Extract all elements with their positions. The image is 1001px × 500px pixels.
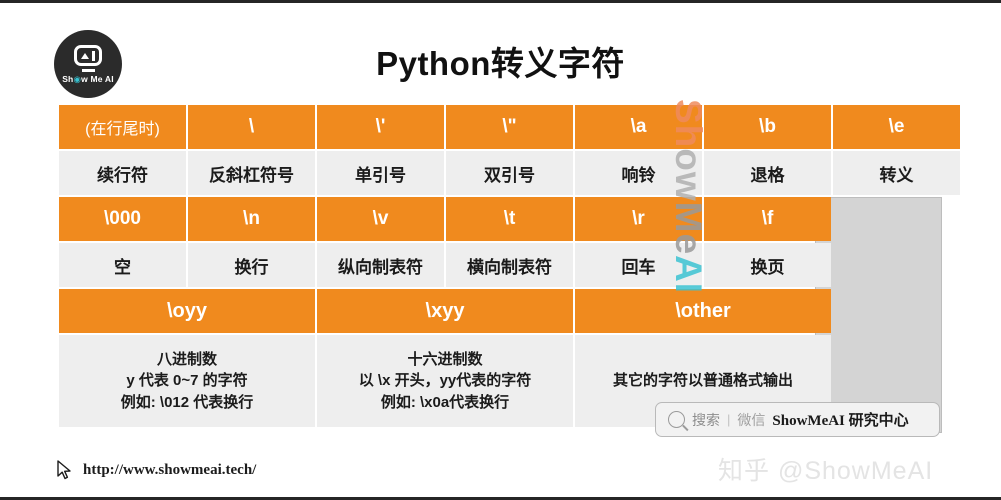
table-row: 空 换行 纵向制表符 横向制表符 回车 换页 bbox=[59, 243, 960, 287]
slide-canvas: Sh◉w Me AI Python转义字符 (在行尾时) \ \' \" \a … bbox=[0, 0, 1001, 500]
escape-characters-table-wrap: (在行尾时) \ \' \" \a \b \e 续行符 反斜杠符号 单引号 双引… bbox=[57, 103, 960, 433]
cell-code: \f bbox=[704, 197, 831, 241]
search-icon bbox=[668, 411, 685, 428]
escape-characters-table: (在行尾时) \ \' \" \a \b \e 续行符 反斜杠符号 单引号 双引… bbox=[57, 103, 962, 429]
cell-desc: 退格 bbox=[704, 151, 831, 195]
zhihu-watermark: 知乎 @ShowMeAI bbox=[718, 457, 934, 485]
cell-code: \ bbox=[188, 105, 315, 149]
cell-code: \other bbox=[575, 289, 831, 333]
cell-code: \xyy bbox=[317, 289, 573, 333]
wechat-search-widget[interactable]: 搜索 | 微信 ShowMeAI 研究中心 bbox=[655, 402, 940, 437]
page-title: Python转义字符 bbox=[376, 45, 625, 82]
cell-code: (在行尾时) bbox=[59, 105, 186, 149]
cell-desc: 纵向制表符 bbox=[317, 243, 444, 287]
cell-desc: 空 bbox=[59, 243, 186, 287]
table-row: \000 \n \v \t \r \f bbox=[59, 197, 960, 241]
cell-desc: 横向制表符 bbox=[446, 243, 573, 287]
cell-code: \' bbox=[317, 105, 444, 149]
cell-desc: 续行符 bbox=[59, 151, 186, 195]
cell-desc: 双引号 bbox=[446, 151, 573, 195]
cell-code: \b bbox=[704, 105, 831, 149]
cell-desc: 换页 bbox=[704, 243, 831, 287]
cell-empty bbox=[833, 243, 960, 287]
search-placeholder-label: 搜索 bbox=[692, 411, 720, 428]
slide-header: Sh◉w Me AI Python转义字符 bbox=[0, 3, 1001, 98]
cell-desc: 响铃 bbox=[575, 151, 702, 195]
cell-empty bbox=[833, 197, 960, 241]
cell-code: \r bbox=[575, 197, 702, 241]
cell-desc: 反斜杠符号 bbox=[188, 151, 315, 195]
table-row: \oyy \xyy \other bbox=[59, 289, 960, 333]
search-channel-label: 微信 bbox=[737, 411, 766, 428]
table-row: 续行符 反斜杠符号 单引号 双引号 响铃 退格 转义 bbox=[59, 151, 960, 195]
cell-code: \a bbox=[575, 105, 702, 149]
footer-url-text[interactable]: http://www.showmeai.tech/ bbox=[83, 462, 256, 479]
cell-empty bbox=[833, 289, 960, 333]
table-row: (在行尾时) \ \' \" \a \b \e bbox=[59, 105, 960, 149]
footer-url-row[interactable]: http://www.showmeai.tech/ bbox=[55, 459, 256, 481]
cell-code: \oyy bbox=[59, 289, 315, 333]
cell-code: \t bbox=[446, 197, 573, 241]
cell-code: \v bbox=[317, 197, 444, 241]
cell-desc: 回车 bbox=[575, 243, 702, 287]
cell-code: \e bbox=[833, 105, 960, 149]
cell-desc: 八进制数 y 代表 0~7 的字符 例如: \012 代表换行 bbox=[59, 335, 315, 427]
cell-desc: 单引号 bbox=[317, 151, 444, 195]
cell-code: \000 bbox=[59, 197, 186, 241]
cell-desc: 换行 bbox=[188, 243, 315, 287]
cell-desc: 转义 bbox=[833, 151, 960, 195]
cell-desc: 十六进制数 以 \x 开头，yy代表的字符 例如: \x0a代表换行 bbox=[317, 335, 573, 427]
cell-code: \" bbox=[446, 105, 573, 149]
search-brand-label: ShowMeAI 研究中心 bbox=[772, 413, 909, 429]
cell-code: \n bbox=[188, 197, 315, 241]
search-divider: | bbox=[727, 412, 731, 427]
cursor-pointer-icon bbox=[55, 459, 75, 481]
